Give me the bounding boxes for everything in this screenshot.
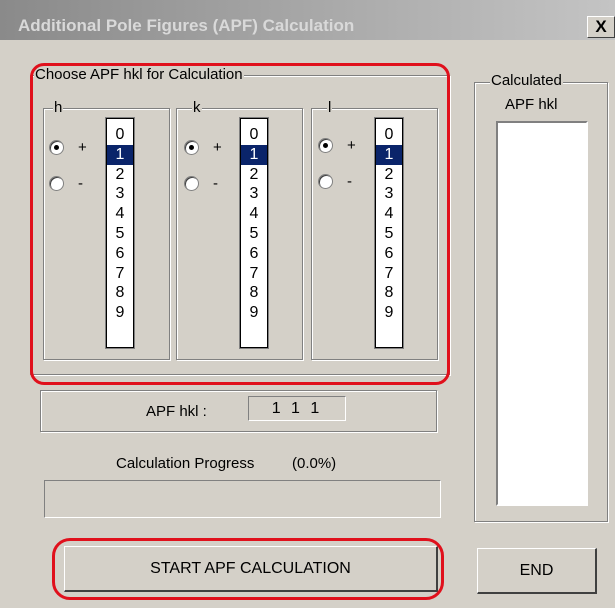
progress-percent: (0.0%) bbox=[292, 455, 337, 472]
list-item[interactable]: 8 bbox=[376, 283, 402, 303]
list-item[interactable]: 0 bbox=[107, 125, 133, 145]
l-index-list[interactable]: 0123456789 bbox=[374, 117, 404, 349]
list-item[interactable]: 0 bbox=[241, 125, 267, 145]
l-plus-radio[interactable] bbox=[318, 138, 333, 153]
end-button[interactable]: END bbox=[477, 548, 597, 594]
close-button[interactable]: X bbox=[587, 16, 615, 38]
list-item[interactable]: 9 bbox=[376, 303, 402, 323]
list-item[interactable]: 8 bbox=[107, 283, 133, 303]
k-plus-label: + bbox=[213, 139, 222, 156]
l-minus-radio[interactable] bbox=[318, 174, 333, 189]
k-index-list[interactable]: 0123456789 bbox=[239, 117, 269, 349]
list-item[interactable]: 7 bbox=[241, 264, 267, 284]
list-item[interactable]: 9 bbox=[241, 303, 267, 323]
calculated-hkl-list[interactable] bbox=[496, 121, 588, 506]
calculated-group-label: Calculated bbox=[490, 72, 563, 89]
list-item[interactable]: 3 bbox=[107, 184, 133, 204]
list-item[interactable]: 1 bbox=[107, 144, 133, 165]
h-plus-label: + bbox=[78, 139, 87, 156]
title-bar[interactable]: Additional Pole Figures (APF) Calculatio… bbox=[0, 0, 615, 40]
list-item[interactable]: 2 bbox=[376, 165, 402, 185]
radio-selected-dot bbox=[189, 145, 194, 150]
radio-selected-dot bbox=[323, 143, 328, 148]
list-item[interactable]: 5 bbox=[241, 224, 267, 244]
apf-dialog: Additional Pole Figures (APF) Calculatio… bbox=[0, 0, 615, 608]
list-item[interactable]: 1 bbox=[376, 144, 402, 165]
k-minus-radio[interactable] bbox=[184, 176, 199, 191]
progress-label: Calculation Progress bbox=[116, 455, 255, 472]
radio-selected-dot bbox=[54, 145, 59, 150]
list-item[interactable]: 9 bbox=[107, 303, 133, 323]
list-item[interactable]: 5 bbox=[376, 224, 402, 244]
list-item[interactable]: 4 bbox=[376, 204, 402, 224]
list-item[interactable]: 2 bbox=[107, 165, 133, 185]
k-plus-radio[interactable] bbox=[184, 140, 199, 155]
list-item[interactable]: 6 bbox=[241, 244, 267, 264]
list-item[interactable]: 6 bbox=[376, 244, 402, 264]
list-item[interactable]: 8 bbox=[241, 283, 267, 303]
calculated-group-label-2: APF hkl bbox=[505, 96, 558, 113]
progress-bar bbox=[44, 480, 441, 518]
apf-hkl-label: APF hkl : bbox=[146, 403, 207, 420]
start-apf-calculation-button[interactable]: START APF CALCULATION bbox=[64, 546, 438, 592]
list-item[interactable]: 4 bbox=[107, 204, 133, 224]
h-minus-radio[interactable] bbox=[49, 176, 64, 191]
l-plus-label: + bbox=[347, 137, 356, 154]
list-item[interactable]: 6 bbox=[107, 244, 133, 264]
close-icon: X bbox=[595, 17, 607, 36]
h-group-label: h bbox=[53, 99, 64, 116]
list-item[interactable]: 7 bbox=[107, 264, 133, 284]
list-item[interactable]: 5 bbox=[107, 224, 133, 244]
list-item[interactable]: 3 bbox=[376, 184, 402, 204]
k-group-label: k bbox=[192, 99, 202, 116]
apf-hkl-panel bbox=[40, 390, 437, 432]
k-minus-label: - bbox=[213, 175, 218, 192]
apf-hkl-value: 1 1 1 bbox=[248, 396, 346, 421]
h-index-list[interactable]: 0123456789 bbox=[105, 117, 135, 349]
choose-apf-group-label: Choose APF hkl for Calculation bbox=[34, 66, 244, 83]
l-group-label: l bbox=[327, 99, 333, 116]
h-minus-label: - bbox=[78, 175, 83, 192]
l-minus-label: - bbox=[347, 173, 352, 190]
list-item[interactable]: 2 bbox=[241, 165, 267, 185]
h-plus-radio[interactable] bbox=[49, 140, 64, 155]
list-item[interactable]: 1 bbox=[241, 144, 267, 165]
list-item[interactable]: 7 bbox=[376, 264, 402, 284]
list-item[interactable]: 0 bbox=[376, 125, 402, 145]
list-item[interactable]: 4 bbox=[241, 204, 267, 224]
list-item[interactable]: 3 bbox=[241, 184, 267, 204]
window-title: Additional Pole Figures (APF) Calculatio… bbox=[18, 16, 355, 35]
